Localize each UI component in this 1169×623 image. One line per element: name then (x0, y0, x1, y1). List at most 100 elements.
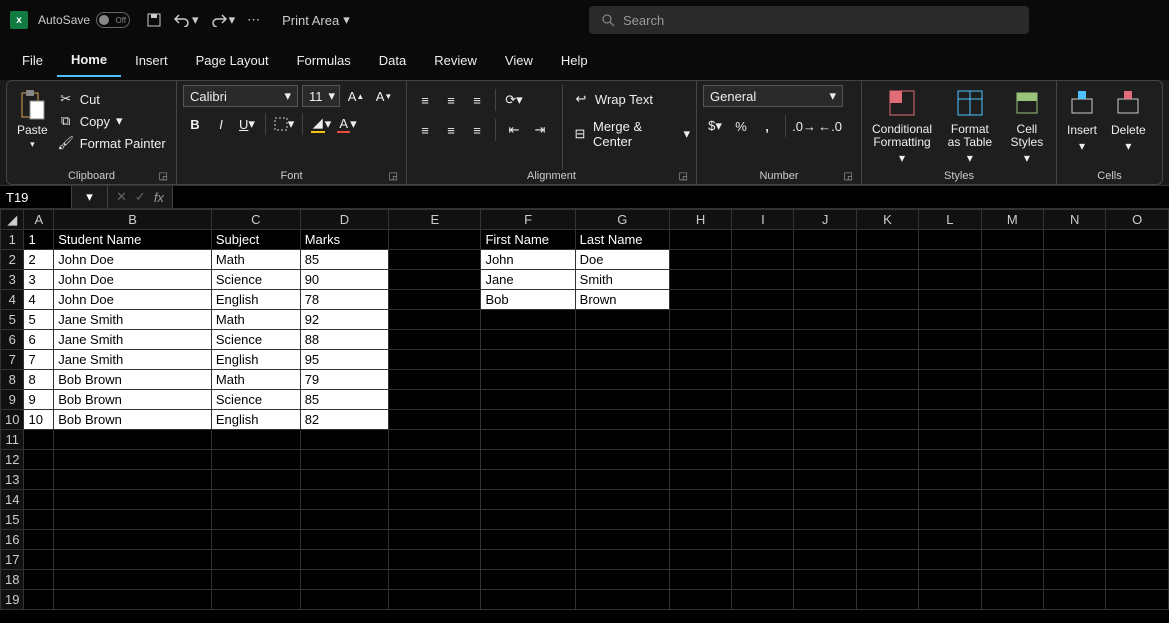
cell[interactable] (575, 470, 669, 490)
cell[interactable]: Brown (575, 290, 669, 310)
cell[interactable] (54, 550, 212, 570)
cell[interactable] (919, 450, 981, 470)
cell[interactable] (575, 490, 669, 510)
cell[interactable] (481, 350, 575, 370)
cell[interactable]: Marks (300, 230, 388, 250)
cell[interactable] (300, 490, 388, 510)
cell[interactable] (54, 490, 212, 510)
cell[interactable] (389, 550, 481, 570)
cell[interactable] (211, 550, 300, 570)
cell[interactable] (794, 490, 856, 510)
cell[interactable] (669, 250, 731, 270)
row-header[interactable]: 12 (1, 450, 24, 470)
cell[interactable] (981, 310, 1043, 330)
col-header[interactable]: I (732, 210, 794, 230)
cell[interactable] (919, 590, 981, 610)
cell[interactable] (856, 310, 918, 330)
cell[interactable] (481, 550, 575, 570)
cell[interactable] (919, 430, 981, 450)
cell[interactable] (575, 310, 669, 330)
cell[interactable] (856, 510, 918, 530)
row-header[interactable]: 13 (1, 470, 24, 490)
cell[interactable] (54, 570, 212, 590)
cell[interactable] (1044, 470, 1106, 490)
cell[interactable] (732, 230, 794, 250)
cell[interactable] (481, 410, 575, 430)
cell[interactable] (389, 390, 481, 410)
cell[interactable]: 5 (24, 310, 54, 330)
cell[interactable] (1106, 270, 1169, 290)
cell[interactable]: John Doe (54, 270, 212, 290)
cell[interactable] (1044, 290, 1106, 310)
cell[interactable] (1106, 570, 1169, 590)
cell[interactable]: 90 (300, 270, 388, 290)
cell[interactable] (24, 570, 54, 590)
cell[interactable] (211, 470, 300, 490)
cell[interactable] (24, 510, 54, 530)
cell[interactable] (732, 310, 794, 330)
cell[interactable] (389, 370, 481, 390)
cell[interactable] (1106, 550, 1169, 570)
cell[interactable] (389, 250, 481, 270)
cell[interactable] (389, 470, 481, 490)
cell[interactable] (732, 490, 794, 510)
cell[interactable] (389, 310, 481, 330)
cell[interactable] (389, 270, 481, 290)
cell[interactable] (389, 350, 481, 370)
cell[interactable]: Bob Brown (54, 370, 212, 390)
accounting-format-button[interactable]: $▾ (703, 115, 727, 137)
cell[interactable] (481, 510, 575, 530)
cell[interactable]: John (481, 250, 575, 270)
row-header[interactable]: 4 (1, 290, 24, 310)
cell[interactable] (1106, 230, 1169, 250)
increase-font-button[interactable]: A▲ (344, 85, 368, 107)
col-header[interactable]: J (794, 210, 856, 230)
cell[interactable]: 9 (24, 390, 54, 410)
cell[interactable]: Math (211, 250, 300, 270)
cell[interactable] (575, 570, 669, 590)
cell[interactable] (575, 590, 669, 610)
cell[interactable] (919, 490, 981, 510)
row-header[interactable]: 5 (1, 310, 24, 330)
col-header[interactable]: M (981, 210, 1043, 230)
col-header[interactable]: A (24, 210, 54, 230)
cell[interactable] (300, 590, 388, 610)
cell[interactable] (669, 470, 731, 490)
cell[interactable] (981, 570, 1043, 590)
cell[interactable] (981, 350, 1043, 370)
cell[interactable] (856, 490, 918, 510)
cell[interactable] (1044, 410, 1106, 430)
cell[interactable] (794, 510, 856, 530)
cell[interactable] (794, 230, 856, 250)
cell[interactable] (481, 430, 575, 450)
cell[interactable]: Bob Brown (54, 390, 212, 410)
cell[interactable] (732, 450, 794, 470)
col-header[interactable]: B (54, 210, 212, 230)
tab-insert[interactable]: Insert (121, 45, 182, 76)
cell[interactable] (300, 430, 388, 450)
cell[interactable] (732, 470, 794, 490)
cell[interactable] (856, 450, 918, 470)
increase-indent-button[interactable]: ⇥ (528, 119, 552, 141)
col-header[interactable]: C (211, 210, 300, 230)
font-color-button[interactable]: A▾ (335, 113, 359, 135)
delete-cells-button[interactable]: Delete▾ (1107, 85, 1150, 157)
row-header[interactable]: 16 (1, 530, 24, 550)
cell[interactable]: Jane (481, 270, 575, 290)
cell[interactable]: 10 (24, 410, 54, 430)
cell[interactable] (856, 350, 918, 370)
cell[interactable] (669, 490, 731, 510)
cell[interactable] (575, 550, 669, 570)
cell[interactable] (1044, 310, 1106, 330)
cell[interactable] (919, 270, 981, 290)
orientation-button[interactable]: ⟳▾ (502, 89, 526, 111)
cell[interactable] (1106, 530, 1169, 550)
cell[interactable] (1044, 230, 1106, 250)
cell[interactable] (669, 430, 731, 450)
cell[interactable] (1106, 290, 1169, 310)
cell[interactable] (1044, 250, 1106, 270)
col-header[interactable]: E (389, 210, 481, 230)
row-header[interactable]: 8 (1, 370, 24, 390)
cell[interactable] (1106, 330, 1169, 350)
col-header[interactable]: D (300, 210, 388, 230)
